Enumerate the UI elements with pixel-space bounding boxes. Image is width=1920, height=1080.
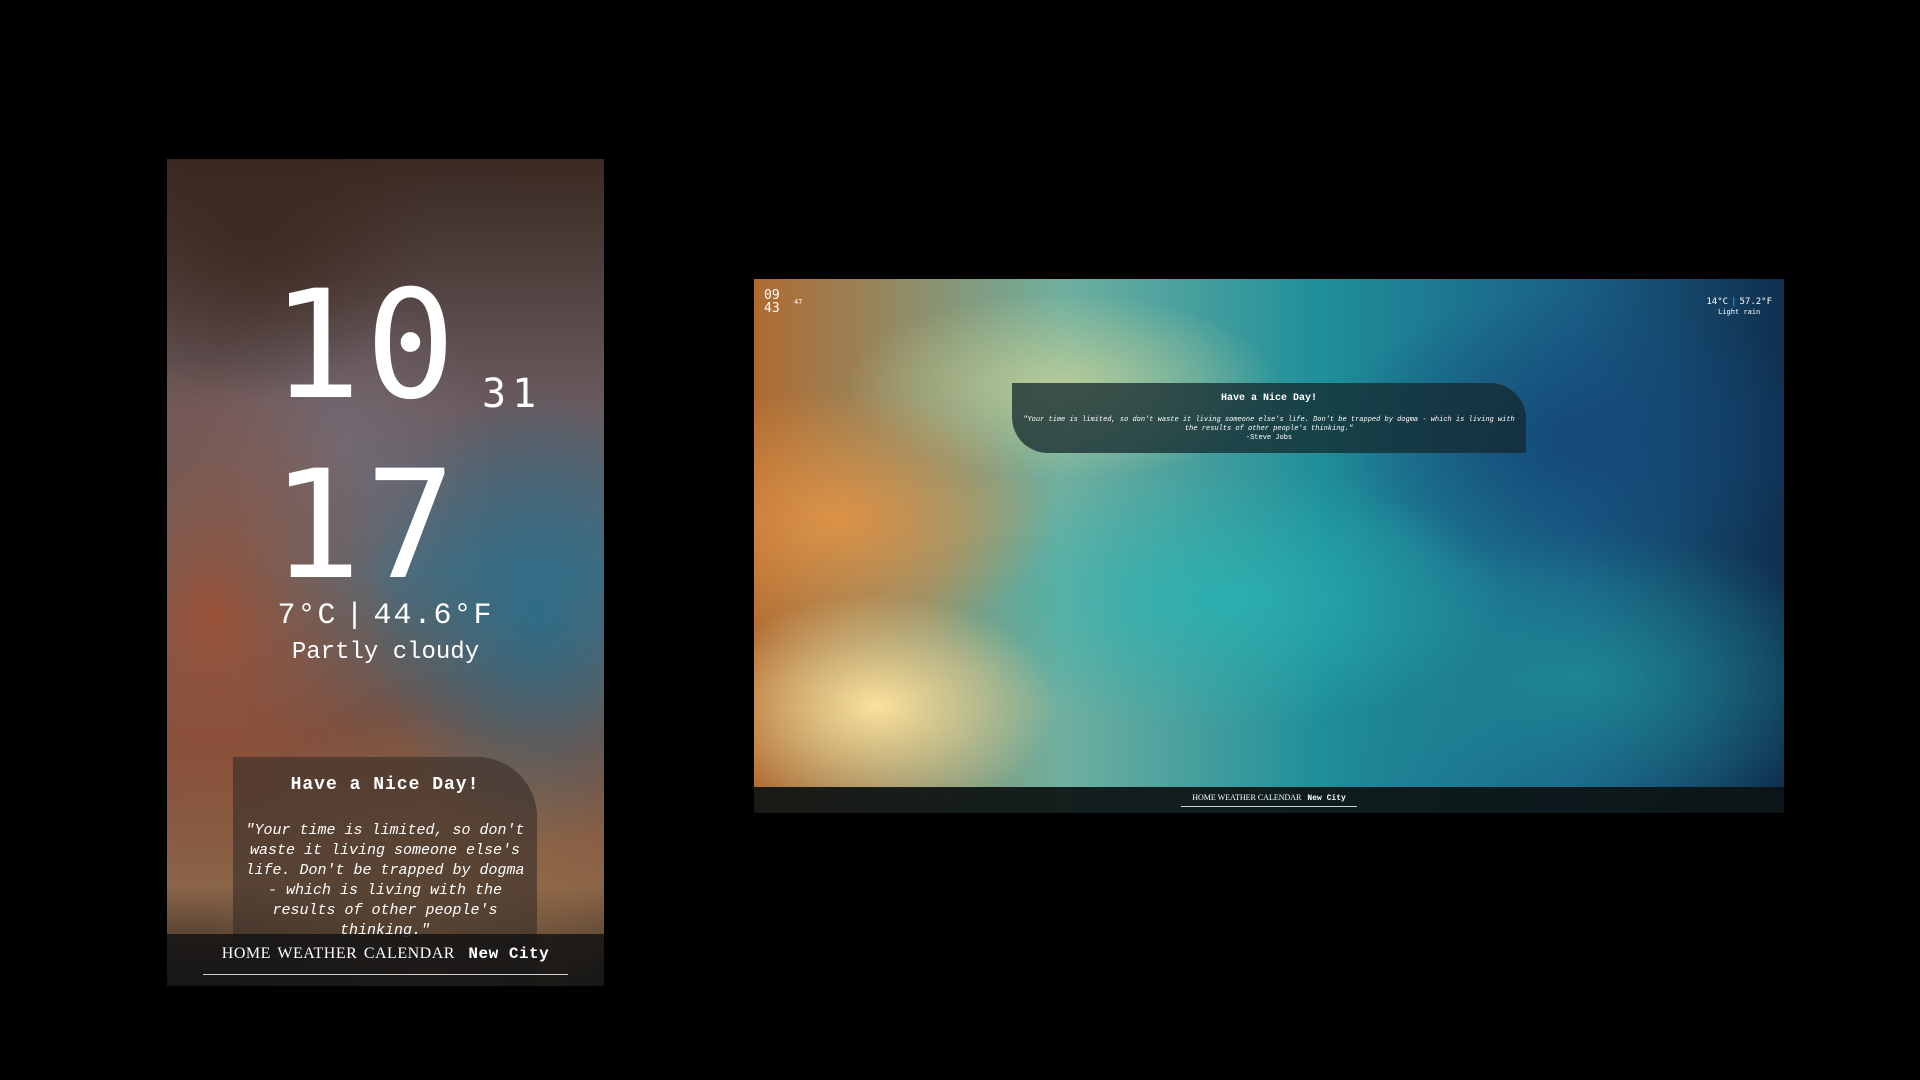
nav-weather-link[interactable]: WEATHER xyxy=(277,945,357,962)
quote-text: "Your time is limited, so don't waste it… xyxy=(1023,416,1515,433)
temperature-celsius: 7°C xyxy=(277,599,338,633)
quote-title: Have a Nice Day! xyxy=(1220,393,1317,404)
nav-city-link[interactable]: New City xyxy=(468,945,549,963)
quote-author: -Steve Jobs xyxy=(1245,434,1293,442)
nav-calendar-link[interactable]: CALENDAR xyxy=(364,945,455,962)
nav-home-link[interactable]: HOME xyxy=(222,945,271,962)
temperature-separator: | xyxy=(1731,297,1737,307)
temperature-fahrenheit: 57.2°F xyxy=(1739,297,1772,307)
clock-hours: 10 xyxy=(271,259,460,433)
nav-calendar-link[interactable]: CALENDAR xyxy=(1258,793,1302,802)
temperature-readout: 7°C | 44.6°F xyxy=(167,599,604,633)
quote-text: "Your time is limited, so don't waste it… xyxy=(245,822,525,939)
quote-card: Have a Nice Day! "Your time is limited, … xyxy=(1012,383,1526,453)
bottom-nav: HOME WEATHER CALENDAR New City xyxy=(167,934,604,986)
nav-weather-link[interactable]: WEATHER xyxy=(1218,793,1256,802)
clock-seconds: 31 xyxy=(482,371,543,417)
bottom-nav: HOME WEATHER CALENDAR New City xyxy=(754,787,1784,813)
temperature-separator: | xyxy=(345,599,366,633)
clock-minutes: 43 xyxy=(764,301,780,316)
temperature-celsius: 14°C xyxy=(1706,297,1729,307)
nav-city-link[interactable]: New City xyxy=(1307,794,1345,803)
nav-underline xyxy=(203,974,568,975)
clock-seconds: 47 xyxy=(794,298,803,306)
weather-condition: Light rain xyxy=(1718,308,1761,316)
weather-widget: 14°C | 57.2°F Light rain xyxy=(1706,297,1772,316)
nav-home-link[interactable]: HOME xyxy=(1192,793,1216,802)
mobile-screenshot: 10 31 17 7°C | 44.6°F Partly cloudy Have a… xyxy=(167,159,604,986)
nav-underline xyxy=(1181,806,1357,807)
temperature-fahrenheit: 44.6°F xyxy=(373,599,494,633)
quote-title: Have a Nice Day! xyxy=(290,775,480,795)
weather-condition: Partly cloudy xyxy=(291,639,480,666)
clock-minutes: 17 xyxy=(271,439,460,613)
desktop-screenshot: 09 43 47 14°C | 57.2°F Light rain Have a N… xyxy=(754,279,1784,813)
clock: 09 43 47 xyxy=(764,289,802,316)
